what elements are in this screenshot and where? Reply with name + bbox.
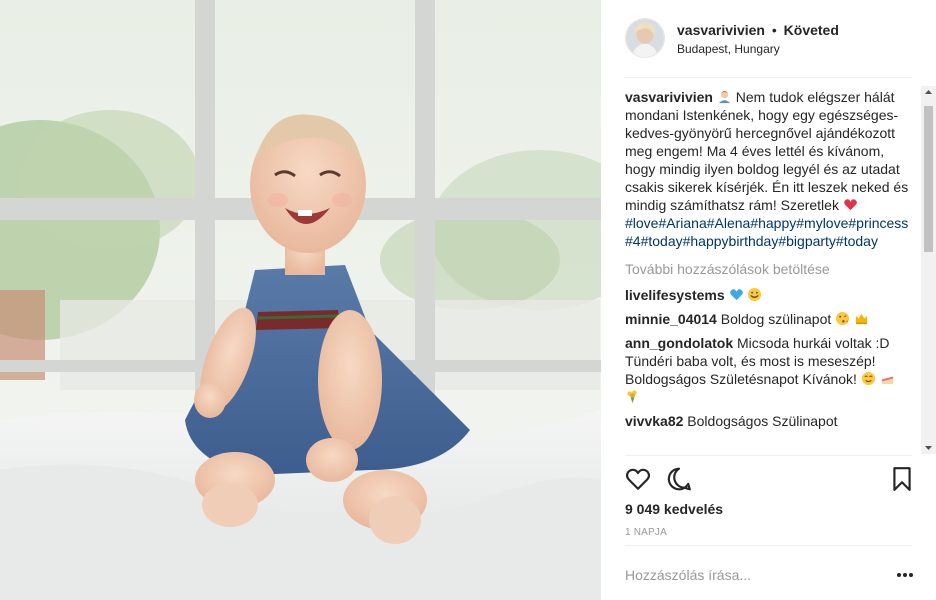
comments-list: vasvarivivien Nem tudok elégszer hálát m… bbox=[625, 88, 913, 454]
following-button[interactable]: Követed bbox=[784, 22, 839, 38]
divider bbox=[625, 545, 912, 546]
post-location[interactable]: Budapest, Hungary bbox=[677, 42, 780, 56]
blushing-face-emoji-icon bbox=[861, 371, 880, 387]
avatar-image bbox=[626, 19, 664, 57]
scroll-down-arrow-icon[interactable] bbox=[921, 442, 936, 454]
post-header: vasvarivivien • Követed Budapest, Hungar… bbox=[601, 0, 936, 78]
post-side-panel: vasvarivivien • Követed Budapest, Hungar… bbox=[601, 0, 936, 600]
scroll-up-arrow-icon[interactable] bbox=[921, 86, 936, 98]
load-more-comments-link[interactable]: További hozzászólások betöltése bbox=[625, 260, 913, 278]
divider bbox=[625, 455, 912, 456]
caption-author[interactable]: vasvarivivien bbox=[625, 89, 713, 105]
caption-text: Nem tudok elégszer hálát mondani Istenké… bbox=[625, 89, 909, 213]
author-username[interactable]: vasvarivivien bbox=[677, 22, 765, 38]
comment-text: Boldogságos Szülinapot bbox=[687, 413, 838, 429]
heart-emoji-icon bbox=[843, 197, 858, 213]
comment-item: livelifesystems bbox=[625, 286, 913, 304]
kiss-face-emoji-icon bbox=[835, 311, 854, 327]
cake-emoji-icon bbox=[880, 371, 895, 387]
caption: vasvarivivien Nem tudok elégszer hálát m… bbox=[625, 88, 913, 250]
comment-item: minnie_04014 Boldog szülinapot bbox=[625, 310, 913, 328]
comment-author[interactable]: livelifesystems bbox=[625, 287, 725, 303]
likes-count[interactable]: 9 049 kedvelés bbox=[625, 501, 723, 517]
person-emoji-icon bbox=[717, 89, 736, 105]
bouquet-emoji-icon bbox=[625, 388, 913, 406]
author-avatar[interactable] bbox=[625, 18, 665, 58]
blue-heart-emoji-icon bbox=[729, 287, 748, 303]
smiling-face-emoji-icon bbox=[747, 287, 762, 303]
comment-text: Boldog szülinapot bbox=[720, 311, 832, 327]
baby-photo-illustration bbox=[0, 0, 601, 600]
comment-author[interactable]: ann_gondolatok bbox=[625, 335, 733, 351]
post-actions bbox=[625, 466, 915, 494]
comment-item: ann_gondolatok Micsoda hurkái voltak :D … bbox=[625, 334, 913, 406]
more-dots-icon bbox=[897, 573, 913, 577]
comment-author[interactable]: minnie_04014 bbox=[625, 311, 717, 327]
heart-outline-icon[interactable] bbox=[625, 466, 651, 492]
add-comment-input[interactable] bbox=[625, 566, 865, 584]
bookmark-icon[interactable] bbox=[889, 466, 915, 492]
instagram-post: vasvarivivien • Követed Budapest, Hungar… bbox=[0, 0, 936, 600]
crown-emoji-icon bbox=[854, 311, 869, 327]
author-line: vasvarivivien • Követed bbox=[677, 22, 839, 38]
post-timestamp[interactable]: 1 NAPJA bbox=[625, 527, 667, 538]
caption-hashtags[interactable]: #love#Ariana#Alena#happy#mylove#princess… bbox=[625, 214, 913, 250]
separator-dot: • bbox=[771, 22, 777, 38]
more-options-button[interactable] bbox=[896, 566, 914, 584]
comment-item: vivvka82 Boldogságos Szülinapot bbox=[625, 412, 913, 430]
comments-scrollbar[interactable] bbox=[921, 86, 936, 454]
divider bbox=[625, 77, 912, 78]
comment-author[interactable]: vivvka82 bbox=[625, 413, 683, 429]
scrollbar-thumb[interactable] bbox=[924, 106, 933, 252]
post-photo[interactable] bbox=[0, 0, 601, 600]
comment-bubble-icon[interactable] bbox=[666, 466, 692, 492]
